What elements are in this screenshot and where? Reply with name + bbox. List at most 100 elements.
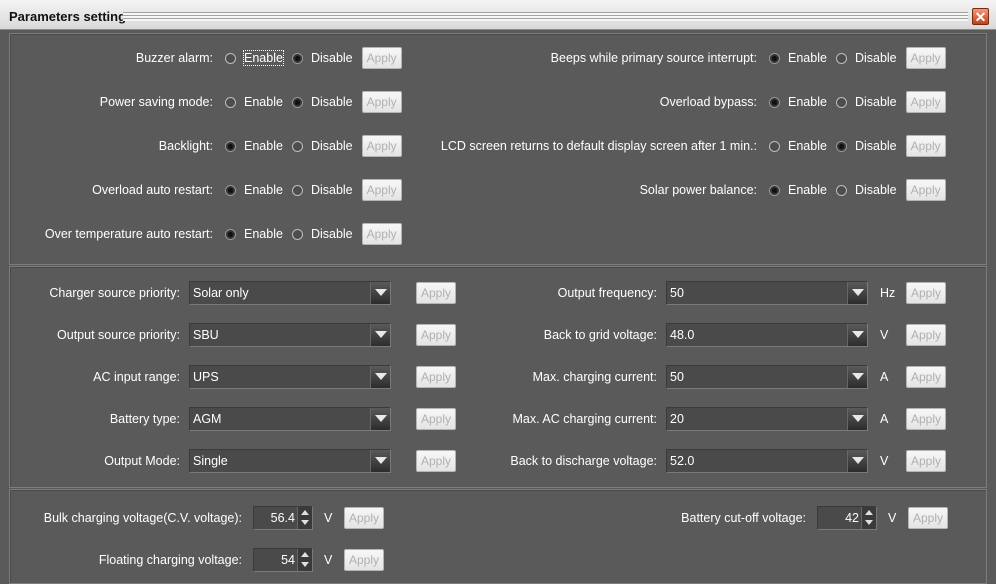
charger-priority-select[interactable]: Solar only xyxy=(189,281,391,305)
over-temperature-apply-button[interactable]: Apply xyxy=(361,223,402,245)
lcd-return-apply-button[interactable]: Apply xyxy=(905,135,946,157)
backlight-disable-radio[interactable] xyxy=(291,140,303,152)
floating-charging-voltage-spinner[interactable]: 54 xyxy=(253,548,313,572)
overload-bypass-label: Overload bypass: xyxy=(659,95,757,109)
power-saving-enable-label[interactable]: Enable xyxy=(244,95,283,109)
spinner-buttons[interactable] xyxy=(297,549,312,571)
max-charging-current-select[interactable]: 50 xyxy=(666,365,868,389)
output-mode-select[interactable]: Single xyxy=(189,449,391,473)
over-temperature-label: Over temperature auto restart: xyxy=(44,227,213,241)
overload-bypass-enable-label[interactable]: Enable xyxy=(788,95,827,109)
over-temperature-disable-radio[interactable] xyxy=(291,228,303,240)
title-grip-lines xyxy=(123,12,968,21)
chevron-down-icon[interactable] xyxy=(370,366,390,388)
backlight-disable-label[interactable]: Disable xyxy=(311,139,353,153)
over-temperature-disable-label[interactable]: Disable xyxy=(311,227,353,241)
floating-charging-voltage-apply-button[interactable]: Apply xyxy=(344,549,384,571)
over-temperature-enable-radio[interactable] xyxy=(225,228,236,240)
overload-bypass-disable-label[interactable]: Disable xyxy=(855,95,897,109)
max-charging-current-apply-button[interactable]: Apply xyxy=(906,366,946,388)
output-priority-select[interactable]: SBU xyxy=(189,323,391,347)
backlight-label: Backlight: xyxy=(158,139,213,153)
battery-type-select[interactable]: AGM xyxy=(189,407,391,431)
chevron-down-icon[interactable] xyxy=(370,324,390,346)
buzzer-alarm-label: Buzzer alarm: xyxy=(135,51,213,65)
power-saving-disable-label[interactable]: Disable xyxy=(311,95,353,109)
chevron-down-icon[interactable] xyxy=(847,408,867,430)
back-to-grid-apply-button[interactable]: Apply xyxy=(906,324,946,346)
chevron-down-icon[interactable] xyxy=(370,408,390,430)
overload-auto-restart-disable-label[interactable]: Disable xyxy=(311,183,353,197)
chevron-down-icon[interactable] xyxy=(370,282,390,304)
beeps-interrupt-disable-radio[interactable] xyxy=(835,52,847,64)
close-icon[interactable]: ✕ xyxy=(972,8,989,25)
bulk-charging-voltage-label: Bulk charging voltage(C.V. voltage): xyxy=(43,511,242,525)
output-frequency-select[interactable]: 50 xyxy=(666,281,868,305)
backlight-enable-label[interactable]: Enable xyxy=(244,139,283,153)
solar-balance-disable-label[interactable]: Disable xyxy=(855,183,897,197)
spinner-buttons[interactable] xyxy=(861,507,876,529)
power-saving-toggle: Enable Disable Apply xyxy=(225,90,402,114)
battery-cutoff-voltage-spinner[interactable]: 42 xyxy=(817,506,877,530)
beeps-interrupt-apply-button[interactable]: Apply xyxy=(905,47,946,69)
chevron-down-icon[interactable] xyxy=(847,324,867,346)
chevron-up-icon[interactable] xyxy=(301,510,309,515)
overload-bypass-toggle: Enable Disable Apply xyxy=(769,90,946,114)
lcd-return-disable-label[interactable]: Disable xyxy=(855,139,897,153)
output-mode-label: Output Mode: xyxy=(104,454,180,468)
max-ac-charging-current-apply-button[interactable]: Apply xyxy=(906,408,946,430)
power-saving-disable-radio[interactable] xyxy=(291,96,303,108)
battery-cutoff-voltage-apply-button[interactable]: Apply xyxy=(908,507,948,529)
max-charging-current-value: 50 xyxy=(670,370,684,384)
buzzer-alarm-disable-radio[interactable] xyxy=(291,52,303,64)
output-frequency-apply-button[interactable]: Apply xyxy=(906,282,946,304)
solar-balance-label: Solar power balance: xyxy=(639,183,757,197)
lcd-return-disable-radio[interactable] xyxy=(835,140,847,152)
chevron-down-icon[interactable] xyxy=(865,520,873,525)
beeps-interrupt-disable-label[interactable]: Disable xyxy=(855,51,897,65)
chevron-down-icon[interactable] xyxy=(847,450,867,472)
overload-bypass-enable-radio[interactable] xyxy=(769,96,780,108)
chevron-down-icon[interactable] xyxy=(847,282,867,304)
overload-auto-restart-disable-radio[interactable] xyxy=(291,184,303,196)
back-to-grid-select[interactable]: 48.0 xyxy=(666,323,868,347)
buzzer-alarm-enable-label[interactable]: Enable xyxy=(243,50,284,66)
chevron-up-icon[interactable] xyxy=(865,510,873,515)
output-mode-value: Single xyxy=(193,454,228,468)
solar-balance-enable-radio[interactable] xyxy=(769,184,780,196)
buzzer-alarm-enable-radio[interactable] xyxy=(225,52,236,64)
chevron-down-icon[interactable] xyxy=(847,366,867,388)
chevron-down-icon[interactable] xyxy=(301,520,309,525)
output-priority-label: Output source priority: xyxy=(57,328,180,342)
max-ac-charging-current-select[interactable]: 20 xyxy=(666,407,868,431)
back-to-discharge-select[interactable]: 52.0 xyxy=(666,449,868,473)
title-bar: Parameters setting ✕ xyxy=(0,0,996,30)
lcd-return-enable-label[interactable]: Enable xyxy=(788,139,827,153)
overload-auto-restart-label: Overload auto restart: xyxy=(92,183,213,197)
charger-priority-label: Charger source priority: xyxy=(49,286,180,300)
power-saving-enable-radio[interactable] xyxy=(225,96,236,108)
overload-auto-restart-enable-label[interactable]: Enable xyxy=(244,183,283,197)
battery-type-label: Battery type: xyxy=(109,412,180,426)
lcd-return-enable-radio[interactable] xyxy=(769,140,780,152)
overload-bypass-apply-button[interactable]: Apply xyxy=(905,91,946,113)
ac-input-range-select[interactable]: UPS xyxy=(189,365,391,389)
beeps-interrupt-enable-radio[interactable] xyxy=(769,52,780,64)
beeps-interrupt-enable-label[interactable]: Enable xyxy=(788,51,827,65)
backlight-enable-radio[interactable] xyxy=(225,140,236,152)
overload-bypass-disable-radio[interactable] xyxy=(835,96,847,108)
spinner-buttons[interactable] xyxy=(297,507,312,529)
solar-balance-disable-radio[interactable] xyxy=(835,184,847,196)
buzzer-alarm-disable-label[interactable]: Disable xyxy=(311,51,353,65)
back-to-discharge-apply-button[interactable]: Apply xyxy=(906,450,946,472)
chevron-down-icon[interactable] xyxy=(301,562,309,567)
chevron-up-icon[interactable] xyxy=(301,552,309,557)
bulk-charging-voltage-spinner[interactable]: 56.4 xyxy=(253,506,313,530)
over-temperature-enable-label[interactable]: Enable xyxy=(244,227,283,241)
solar-balance-enable-label[interactable]: Enable xyxy=(788,183,827,197)
window-title: Parameters setting xyxy=(9,9,127,24)
overload-auto-restart-enable-radio[interactable] xyxy=(225,184,236,196)
solar-balance-apply-button[interactable]: Apply xyxy=(905,179,946,201)
chevron-down-icon[interactable] xyxy=(370,450,390,472)
bulk-charging-voltage-apply-button[interactable]: Apply xyxy=(344,507,384,529)
